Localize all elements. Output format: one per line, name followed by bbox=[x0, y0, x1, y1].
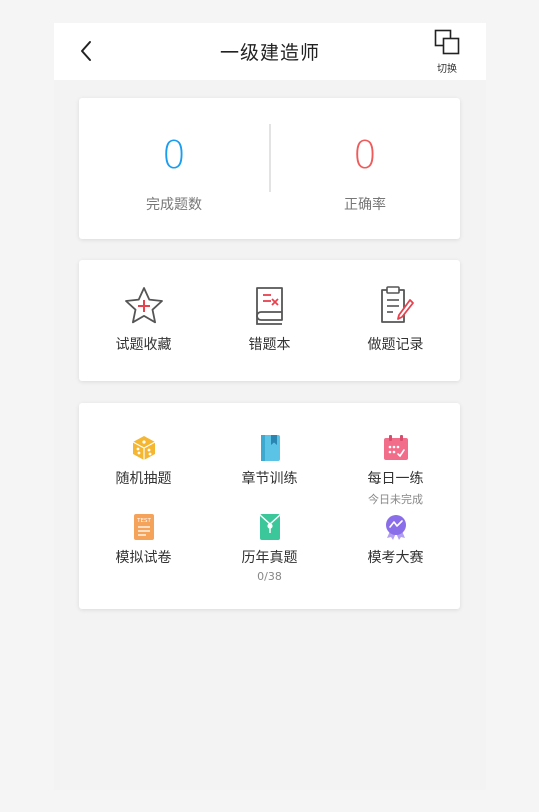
record-icon bbox=[380, 286, 414, 323]
tools-card: 试题收藏 错题本 做题记录 bbox=[79, 260, 460, 381]
mode-label: 历年真题 bbox=[241, 550, 298, 566]
record-button[interactable]: 做题记录 bbox=[332, 284, 459, 364]
calendar-icon bbox=[383, 435, 408, 460]
chapter-training-button[interactable]: 章节训练 bbox=[206, 434, 333, 508]
mode-label: 每日一练 bbox=[367, 471, 424, 487]
accuracy-value: 0 bbox=[352, 133, 378, 177]
mock-contest-button[interactable]: 模考大赛 bbox=[332, 513, 459, 587]
book-icon bbox=[260, 435, 280, 461]
accuracy-stat: 0 正确率 bbox=[270, 98, 460, 239]
app-screen: 一级建造师 切换 0 完成题数 0 正确率 试题收藏 错题本 做题记录 随机抽题… bbox=[54, 23, 486, 790]
accuracy-label: 正确率 bbox=[344, 197, 386, 213]
tool-label: 错题本 bbox=[248, 337, 291, 353]
daily-status: 今日未完成 bbox=[368, 493, 423, 506]
tool-label: 试题收藏 bbox=[115, 337, 172, 353]
completed-stat: 0 完成题数 bbox=[79, 98, 269, 239]
practice-modes-card: 随机抽题 章节训练 每日一练 今日未完成 TEST 模拟试卷 历年真题 0/38… bbox=[79, 403, 460, 609]
past-exams-progress: 0/38 bbox=[257, 570, 282, 583]
tool-label: 做题记录 bbox=[367, 337, 424, 353]
error-book-button[interactable]: 错题本 bbox=[206, 284, 333, 364]
switch-icon bbox=[434, 29, 460, 55]
random-questions-button[interactable]: 随机抽题 bbox=[80, 434, 207, 508]
switch-button[interactable]: 切换 bbox=[430, 29, 464, 75]
envelope-icon bbox=[258, 514, 281, 540]
test-paper-icon: TEST bbox=[133, 514, 154, 540]
mode-label: 章节训练 bbox=[241, 471, 298, 487]
page-title: 一级建造师 bbox=[219, 42, 320, 64]
star-icon bbox=[124, 287, 163, 324]
mock-paper-button[interactable]: TEST 模拟试卷 bbox=[80, 513, 207, 587]
dice-icon bbox=[132, 436, 155, 460]
mode-label: 模拟试卷 bbox=[115, 550, 172, 566]
past-exams-button[interactable]: 历年真题 0/38 bbox=[206, 513, 333, 587]
top-bar: 一级建造师 切换 bbox=[54, 23, 486, 80]
daily-practice-button[interactable]: 每日一练 今日未完成 bbox=[332, 434, 459, 508]
switch-label: 切换 bbox=[437, 64, 457, 75]
completed-count: 0 bbox=[161, 133, 187, 177]
mode-label: 模考大赛 bbox=[367, 550, 424, 566]
mode-label: 随机抽题 bbox=[115, 471, 172, 487]
completed-label: 完成题数 bbox=[146, 197, 202, 213]
error-book-icon bbox=[255, 287, 283, 325]
medal-icon bbox=[385, 515, 406, 540]
svg-text:TEST: TEST bbox=[136, 518, 151, 524]
favorites-button[interactable]: 试题收藏 bbox=[80, 284, 207, 364]
stats-card: 0 完成题数 0 正确率 bbox=[79, 98, 460, 239]
